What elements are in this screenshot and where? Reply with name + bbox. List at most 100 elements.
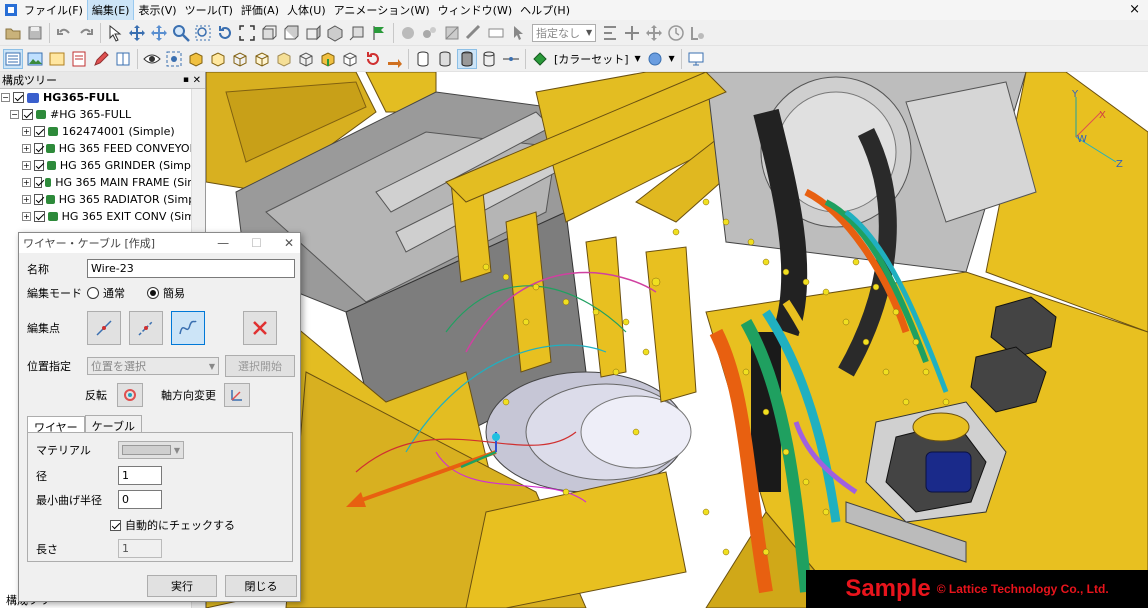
visibility-checkbox[interactable] xyxy=(33,177,42,188)
zoom-icon[interactable] xyxy=(171,23,191,43)
menu-window[interactable]: ウィンドウ(W) xyxy=(434,0,516,20)
cylinder-filled-icon[interactable] xyxy=(457,48,477,69)
close-button[interactable]: 閉じる xyxy=(225,575,297,597)
reset-red-icon[interactable] xyxy=(362,49,382,69)
close-icon[interactable]: ✕ xyxy=(193,75,201,86)
expand-icon[interactable]: + xyxy=(22,195,31,204)
view-iso-icon[interactable] xyxy=(325,23,345,43)
text-field-icon[interactable] xyxy=(486,23,506,43)
pin-icon[interactable]: ▪ xyxy=(183,75,189,85)
visibility-checkbox[interactable] xyxy=(33,143,44,154)
pointer-icon[interactable] xyxy=(508,23,528,43)
cylinder-outline-icon[interactable] xyxy=(479,49,499,69)
min-bend-input[interactable]: 0 xyxy=(118,490,162,509)
transform-icon[interactable] xyxy=(644,23,664,43)
align-icon[interactable] xyxy=(600,23,620,43)
redo-icon[interactable] xyxy=(76,23,96,43)
material-select[interactable]: ▼ xyxy=(118,441,184,459)
expand-icon[interactable]: + xyxy=(22,127,31,136)
tree-row[interactable]: + HG 365 GRINDER (Simple) xyxy=(0,157,205,174)
view-front-icon[interactable] xyxy=(259,23,279,43)
chevron-down-icon[interactable]: ▼ xyxy=(633,49,643,69)
image-panel-icon[interactable] xyxy=(25,49,45,69)
monitor-icon[interactable] xyxy=(686,49,706,69)
save-icon[interactable] xyxy=(25,23,45,43)
joint-icon[interactable] xyxy=(688,23,708,43)
select-arrow-icon[interactable] xyxy=(105,23,125,43)
curve-edit-button[interactable] xyxy=(171,311,205,345)
box-hidden-icon[interactable] xyxy=(252,49,272,69)
select-start-button[interactable]: 選択開始 xyxy=(225,355,295,377)
axis-line-icon[interactable] xyxy=(501,49,521,69)
tree-row[interactable]: + HG 365 RADIATOR (Simple xyxy=(0,191,205,208)
undo-icon[interactable] xyxy=(54,23,74,43)
fit-icon[interactable] xyxy=(237,23,257,43)
flip-icon[interactable] xyxy=(384,49,404,69)
tree-row[interactable]: + HG 365 MAIN FRAME (Simp xyxy=(0,174,205,191)
menu-view[interactable]: 表示(V) xyxy=(134,0,180,20)
rotate-icon[interactable] xyxy=(215,23,235,43)
section-icon[interactable] xyxy=(442,23,462,43)
distribute-icon[interactable] xyxy=(622,23,642,43)
delete-wire-button[interactable] xyxy=(243,311,277,345)
tree-row[interactable]: + 162474001 (Simple) xyxy=(0,123,205,140)
measure-icon[interactable] xyxy=(464,23,484,43)
cylinder-icon[interactable] xyxy=(413,49,433,69)
menu-edit[interactable]: 編集(E) xyxy=(86,0,135,21)
machine-model-render[interactable]: Y X W Z xyxy=(206,72,1148,608)
open-file-icon[interactable] xyxy=(3,23,23,43)
box-wire-icon[interactable] xyxy=(230,49,250,69)
part-list-icon[interactable] xyxy=(47,49,67,69)
pen-icon[interactable] xyxy=(91,49,111,69)
expand-icon[interactable]: + xyxy=(22,144,31,153)
visibility-checkbox[interactable] xyxy=(33,160,44,171)
paint-bucket-icon[interactable] xyxy=(530,49,550,69)
maximize-icon[interactable]: ☐ xyxy=(251,236,262,250)
axis-change-button[interactable] xyxy=(224,383,250,407)
tree-row[interactable]: + HG 365 EXIT CONV (Simpl xyxy=(0,208,205,225)
eye-icon[interactable] xyxy=(142,49,162,69)
tree-row-root[interactable]: − HG365-FULL xyxy=(0,89,205,106)
gear-pair-icon[interactable] xyxy=(420,23,440,43)
box-outline-icon[interactable] xyxy=(208,49,228,69)
pan-icon[interactable] xyxy=(127,23,147,43)
visibility-checkbox[interactable] xyxy=(13,92,24,103)
clock-icon[interactable] xyxy=(666,23,686,43)
view-side-icon[interactable] xyxy=(303,23,323,43)
annotation-panel-icon[interactable] xyxy=(69,49,89,69)
flag-green-icon[interactable] xyxy=(369,23,389,43)
menu-tools[interactable]: ツール(T) xyxy=(181,0,237,20)
collapse-icon[interactable]: − xyxy=(10,110,19,119)
reverse-button[interactable] xyxy=(117,383,143,407)
zoom-window-icon[interactable] xyxy=(193,23,213,43)
sphere-icon[interactable] xyxy=(398,23,418,43)
visibility-checkbox[interactable] xyxy=(34,126,45,137)
minimize-icon[interactable]: — xyxy=(217,236,229,250)
tree-panel-toggle-icon[interactable] xyxy=(3,48,23,69)
box-green-icon[interactable] xyxy=(318,49,338,69)
visibility-checkbox[interactable] xyxy=(33,211,45,222)
color-ball-icon[interactable] xyxy=(645,49,665,69)
view-top-icon[interactable] xyxy=(281,23,301,43)
box-translucent-icon[interactable] xyxy=(274,49,294,69)
menu-file[interactable]: ファイル(F) xyxy=(20,0,87,20)
view-back-icon[interactable] xyxy=(347,23,367,43)
color-set-label[interactable]: [カラーセット] xyxy=(554,51,629,67)
tree-row[interactable]: − #HG 365-FULL xyxy=(0,106,205,123)
expand-icon[interactable]: + xyxy=(22,178,31,187)
display-filter-select[interactable]: 指定なし ▼ xyxy=(532,23,597,42)
3d-viewport[interactable]: Y X W Z xyxy=(206,72,1148,608)
menu-help[interactable]: ヘルプ(H) xyxy=(516,0,574,20)
auto-check-checkbox[interactable] xyxy=(110,519,121,531)
mode-normal-radio[interactable] xyxy=(87,287,99,299)
menu-human[interactable]: 人体(U) xyxy=(283,0,330,20)
add-point-button[interactable] xyxy=(87,311,121,345)
menu-animation[interactable]: アニメーション(W) xyxy=(330,0,434,20)
visibility-checkbox[interactable] xyxy=(33,194,44,205)
chevron-down-icon[interactable]: ▼ xyxy=(667,49,677,69)
close-icon[interactable]: ✕ xyxy=(284,236,294,250)
menu-evaluate[interactable]: 評価(A) xyxy=(237,0,283,20)
name-input[interactable]: Wire-23 xyxy=(87,259,295,278)
expand-icon[interactable]: + xyxy=(22,161,31,170)
close-icon[interactable]: × xyxy=(1129,2,1140,17)
